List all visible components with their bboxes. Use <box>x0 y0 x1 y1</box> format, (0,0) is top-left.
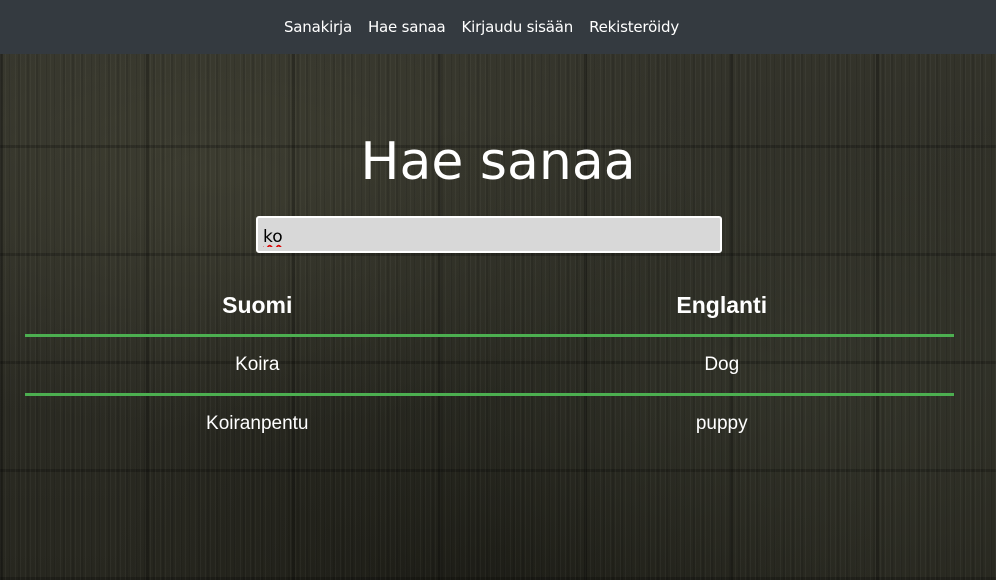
page-title: Hae sanaa <box>360 132 636 192</box>
nav-link-rekisteroidy[interactable]: Rekisteröidy <box>589 18 679 36</box>
column-header-englanti: Englanti <box>489 276 954 337</box>
top-navbar: Sanakirja Hae sanaa Kirjaudu sisään Reki… <box>0 0 996 54</box>
column-header-suomi: Suomi <box>25 276 490 337</box>
table-row: Koiranpentu puppy <box>25 395 954 453</box>
nav-link-hae-sanaa[interactable]: Hae sanaa <box>368 18 446 36</box>
search-input[interactable] <box>256 216 722 253</box>
results-table: Suomi Englanti Koira Dog Koiranpentu pup… <box>25 276 954 452</box>
nav-link-kirjaudu[interactable]: Kirjaudu sisään <box>462 18 574 36</box>
cell-suomi: Koira <box>25 335 490 396</box>
nav-link-sanakirja[interactable]: Sanakirja <box>284 18 352 36</box>
nav-links: Sanakirja Hae sanaa Kirjaudu sisään Reki… <box>284 18 679 36</box>
table-header-row: Suomi Englanti <box>25 276 954 337</box>
cell-suomi: Koiranpentu <box>206 413 309 434</box>
cell-englanti: Dog <box>489 335 954 396</box>
cell-englanti: puppy <box>695 413 748 434</box>
table-row: Koira Dog <box>25 335 954 396</box>
